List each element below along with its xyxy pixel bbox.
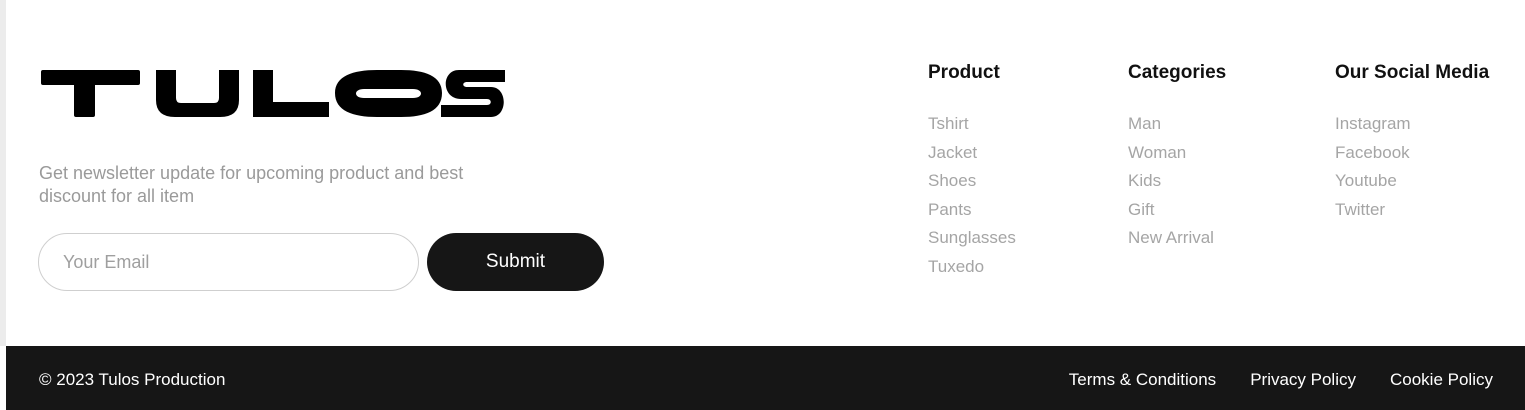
footer-column-product: Product Tshirt Jacket Shoes Pants Sungla… xyxy=(928,62,1016,282)
column-title-social: Our Social Media xyxy=(1335,62,1490,83)
footer-link-new-arrival[interactable]: New Arrival xyxy=(1128,224,1226,253)
footer-link-woman[interactable]: Woman xyxy=(1128,139,1226,168)
footer-link-twitter-text[interactable]: Twitter xyxy=(1335,200,1385,219)
footer-link-jacket-text[interactable]: Jacket xyxy=(928,143,977,162)
privacy-policy-link[interactable]: Privacy Policy xyxy=(1250,370,1356,390)
footer-link-facebook[interactable]: Facebook xyxy=(1335,139,1489,168)
submit-button[interactable]: Submit xyxy=(427,233,604,291)
footer-link-pants[interactable]: Pants xyxy=(928,196,1016,225)
footer-link-woman-text[interactable]: Woman xyxy=(1128,143,1186,162)
footer-link-jacket[interactable]: Jacket xyxy=(928,139,1016,168)
terms-conditions-link[interactable]: Terms & Conditions xyxy=(1069,370,1216,390)
footer-link-man-text[interactable]: Man xyxy=(1128,114,1161,133)
footer-link-tuxedo-text[interactable]: Tuxedo xyxy=(928,257,984,276)
footer-link-gift-text[interactable]: Gift xyxy=(1128,200,1154,219)
footer-link-twitter[interactable]: Twitter xyxy=(1335,196,1489,225)
cookie-policy-link[interactable]: Cookie Policy xyxy=(1390,370,1493,390)
footer-link-kids-text[interactable]: Kids xyxy=(1128,171,1161,190)
product-link-list: Tshirt Jacket Shoes Pants Sunglasses Tux… xyxy=(928,110,1016,282)
email-input[interactable] xyxy=(38,233,419,291)
page-left-edge xyxy=(0,0,6,346)
brand-logo[interactable] xyxy=(39,66,507,118)
footer-link-youtube-text[interactable]: Youtube xyxy=(1335,171,1397,190)
footer-link-pants-text[interactable]: Pants xyxy=(928,200,971,219)
newsletter-description: Get newsletter update for upcoming produ… xyxy=(39,163,464,206)
categories-link-list: Man Woman Kids Gift New Arrival xyxy=(1128,110,1226,253)
footer-link-tshirt-text[interactable]: Tshirt xyxy=(928,114,969,133)
brand-logo-wordmark xyxy=(41,70,505,117)
footer-link-facebook-text[interactable]: Facebook xyxy=(1335,143,1410,162)
footer-link-instagram[interactable]: Instagram xyxy=(1335,110,1489,139)
social-link-list: Instagram Facebook Youtube Twitter xyxy=(1335,110,1489,224)
footer-link-youtube[interactable]: Youtube xyxy=(1335,167,1489,196)
footer-column-social: Our Social Media Instagram Facebook Yout… xyxy=(1335,62,1489,224)
copyright-text: © 2023 Tulos Production xyxy=(39,370,226,389)
column-title-categories: Categories xyxy=(1128,62,1227,83)
footer-link-shoes-text[interactable]: Shoes xyxy=(928,171,976,190)
footer-link-kids[interactable]: Kids xyxy=(1128,167,1226,196)
column-title-product: Product xyxy=(928,62,1000,83)
footer-column-categories: Categories Man Woman Kids Gift New Arriv… xyxy=(1128,62,1226,253)
footer-link-gift[interactable]: Gift xyxy=(1128,196,1226,225)
footer-link-sunglasses-text[interactable]: Sunglasses xyxy=(928,228,1016,247)
footer-link-tuxedo[interactable]: Tuxedo xyxy=(928,253,1016,282)
footer-link-tshirt[interactable]: Tshirt xyxy=(928,110,1016,139)
footer-link-shoes[interactable]: Shoes xyxy=(928,167,1016,196)
footer-link-sunglasses[interactable]: Sunglasses xyxy=(928,224,1016,253)
legal-links: Terms & Conditions Privacy Policy Cookie… xyxy=(1069,370,1493,390)
footer-link-instagram-text[interactable]: Instagram xyxy=(1335,114,1411,133)
footer-link-new-arrival-text[interactable]: New Arrival xyxy=(1128,228,1214,247)
footer-link-man[interactable]: Man xyxy=(1128,110,1226,139)
